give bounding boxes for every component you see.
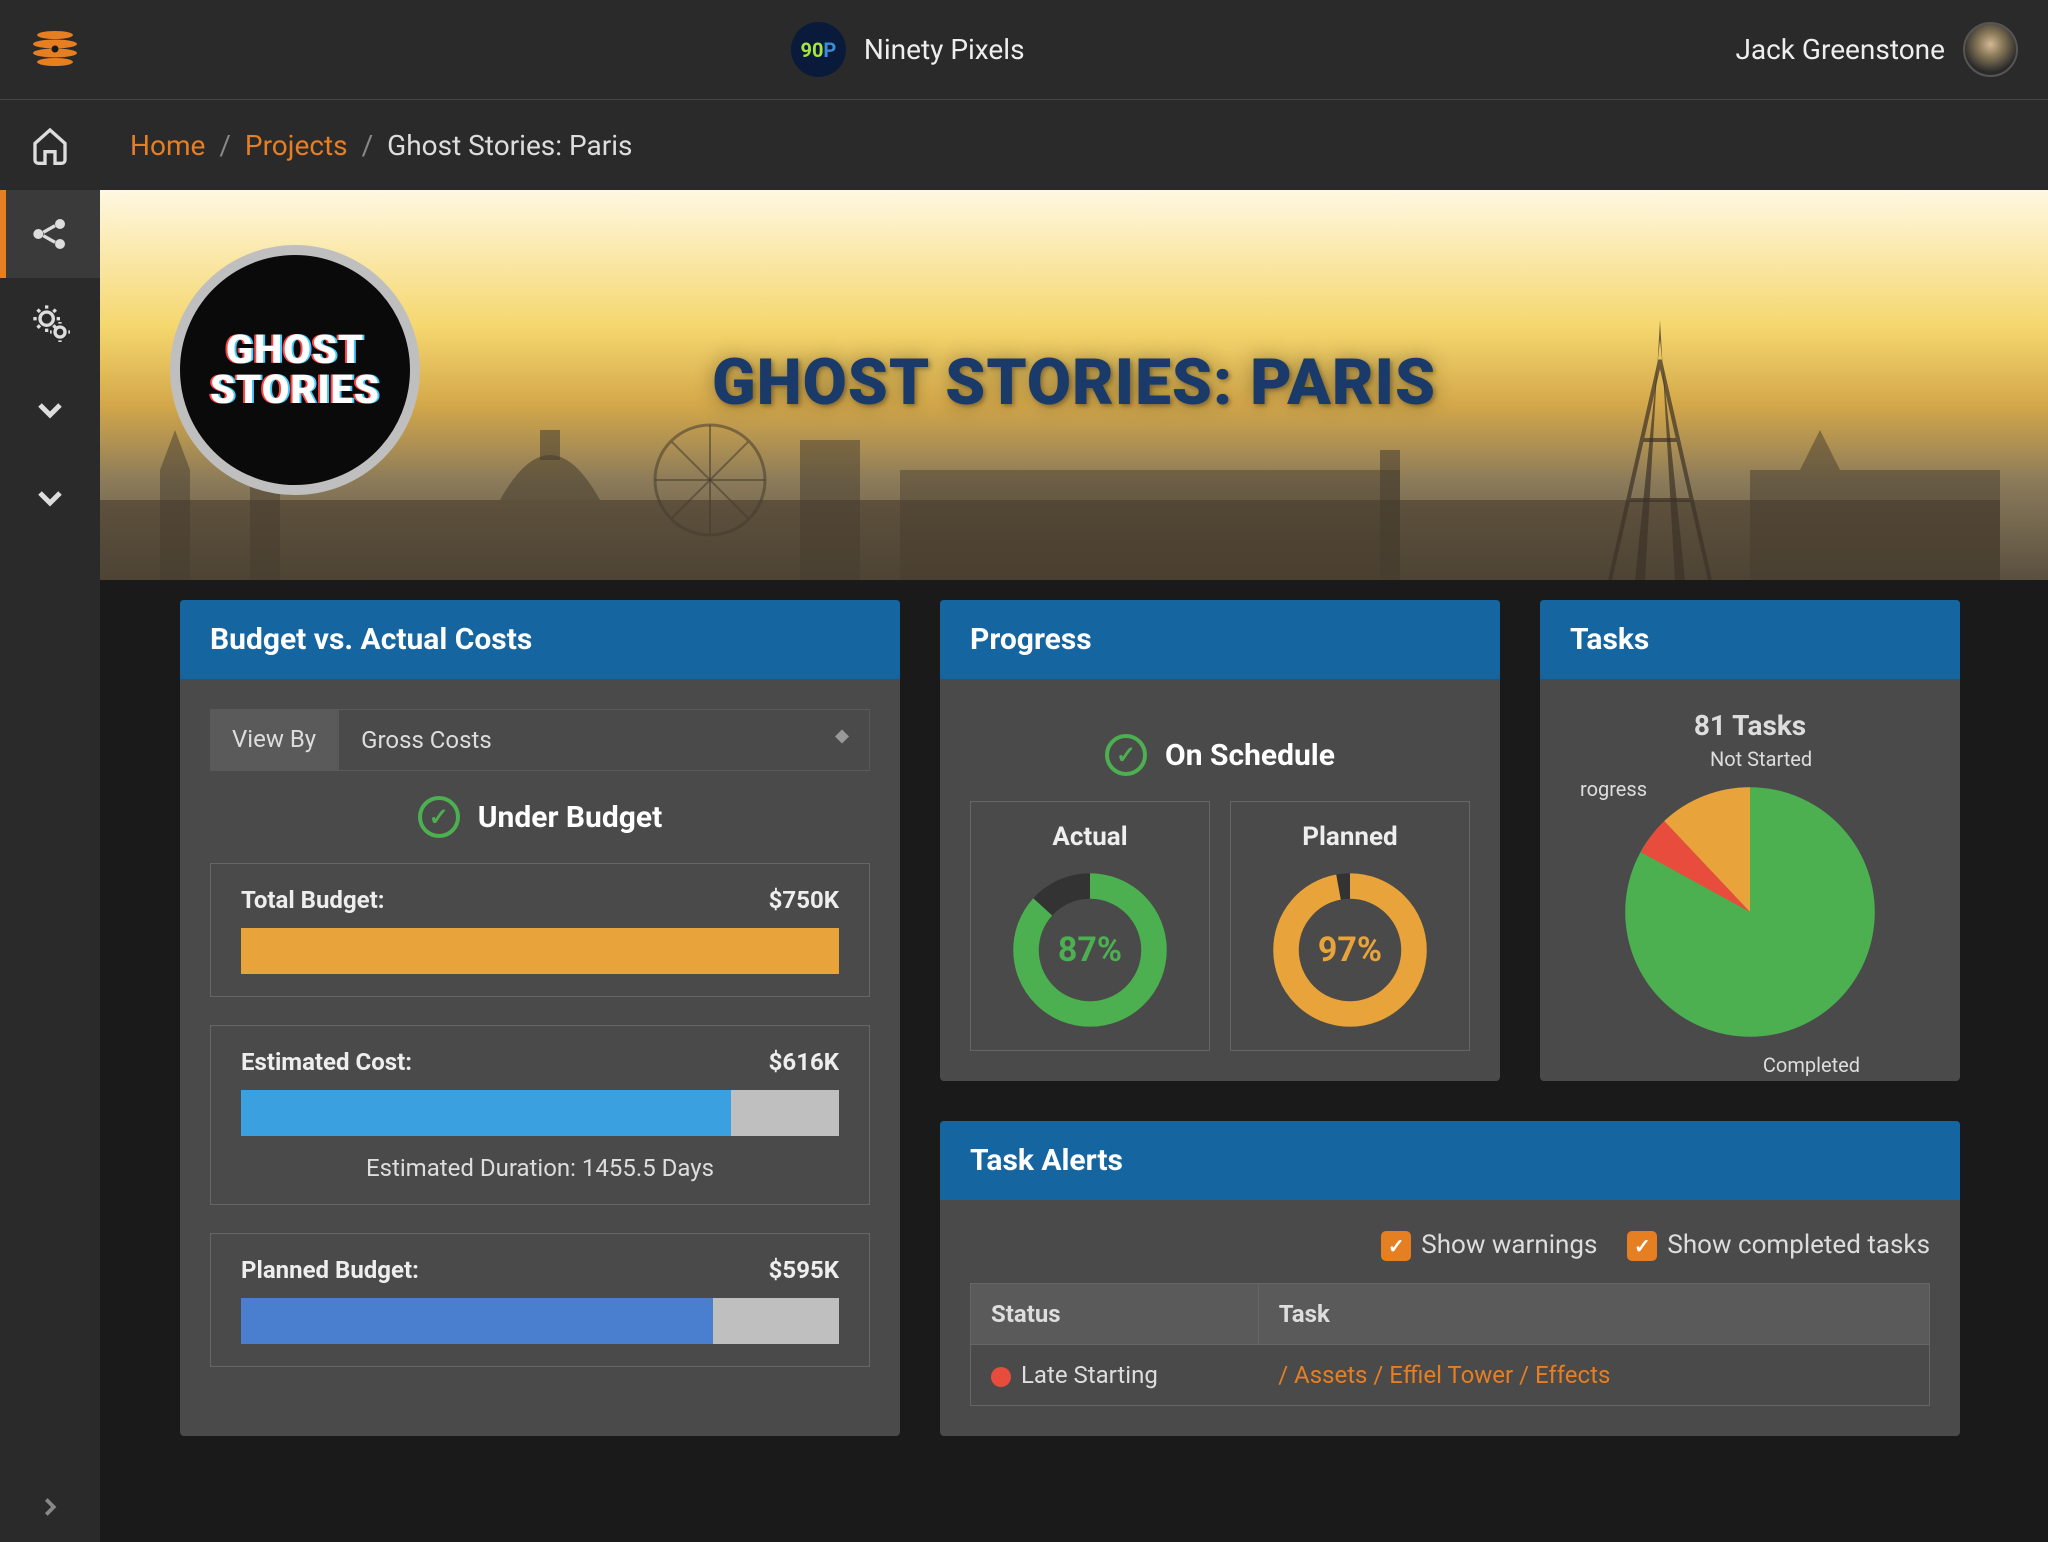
- breadcrumb: Home / Projects / Ghost Stories: Paris: [100, 100, 2048, 190]
- header-right: Jack Greenstone: [1735, 22, 2018, 77]
- view-by-control: View By Gross Costs: [210, 709, 870, 771]
- row-status: Late Starting: [1021, 1361, 1158, 1389]
- estimated-cost-value: $616K: [769, 1048, 839, 1076]
- project-badge-text: GHOSTSTORIES: [210, 330, 380, 410]
- planned-budget-bar: [241, 1298, 839, 1344]
- tasks-panel: Tasks 81 Tasks Not Started rog: [1540, 600, 1960, 1081]
- total-budget-label: Total Budget:: [241, 886, 385, 914]
- dashboard-grid: Budget vs. Actual Costs View By Gross Co…: [100, 580, 2048, 1456]
- header-center: 90P Ninety Pixels: [80, 22, 1735, 77]
- progress-panel: Progress ✓ On Schedule Actual: [940, 600, 1500, 1081]
- pie-label-not-started: Not Started: [1710, 747, 1812, 771]
- tasks-pie: Not Started rogress Completed: [1620, 782, 1880, 1042]
- alerts-controls: ✓Show warnings ✓Show completed tasks: [970, 1230, 1930, 1283]
- top-header: 90P Ninety Pixels Jack Greenstone: [0, 0, 2048, 100]
- row-task[interactable]: / Assets / Effiel Tower / Effects: [1258, 1345, 1929, 1406]
- planned-donut: 97%: [1270, 870, 1430, 1030]
- sidebar-item-expand-1[interactable]: [0, 366, 100, 454]
- planned-budget-box: Planned Budget: $595K: [210, 1233, 870, 1367]
- checkbox-icon: ✓: [1381, 1231, 1411, 1261]
- status-dot-icon: [991, 1367, 1011, 1387]
- breadcrumb-projects[interactable]: Projects: [245, 129, 348, 162]
- progress-panel-title: Progress: [940, 600, 1500, 679]
- org-badge[interactable]: 90P: [791, 22, 846, 77]
- avatar[interactable]: [1963, 22, 2018, 77]
- checkbox-icon: ✓: [1627, 1231, 1657, 1261]
- budget-status: ✓ Under Budget: [210, 796, 870, 838]
- actual-donut: 87%: [1010, 870, 1170, 1030]
- app-logo[interactable]: [30, 25, 80, 75]
- org-code-right: P: [823, 38, 836, 62]
- show-completed-toggle[interactable]: ✓Show completed tasks: [1627, 1230, 1930, 1261]
- check-circle-icon: ✓: [418, 796, 460, 838]
- view-by-select[interactable]: Gross Costs: [338, 709, 870, 771]
- planned-label: Planned: [1251, 822, 1449, 852]
- main-content: Home / Projects / Ghost Stories: Paris: [100, 100, 2048, 1542]
- project-title: GHOST STORIES: PARIS: [712, 345, 1436, 420]
- estimated-cost-bar: [241, 1090, 839, 1136]
- total-budget-value: $750K: [769, 886, 839, 914]
- pie-label-completed: Completed: [1763, 1053, 1860, 1077]
- actual-progress-box: Actual 87%: [970, 801, 1210, 1051]
- show-warnings-toggle[interactable]: ✓Show warnings: [1381, 1230, 1597, 1261]
- planned-progress-box: Planned 97%: [1230, 801, 1470, 1051]
- sidebar-item-expand-2[interactable]: [0, 454, 100, 542]
- sidebar-toggle[interactable]: [0, 1492, 100, 1522]
- sidebar-item-graph[interactable]: [0, 190, 100, 278]
- estimated-cost-label: Estimated Cost:: [241, 1048, 412, 1076]
- total-budget-bar: [241, 928, 839, 974]
- breadcrumb-current: Ghost Stories: Paris: [387, 129, 632, 162]
- total-budget-box: Total Budget: $750K: [210, 863, 870, 997]
- breadcrumb-sep: /: [362, 129, 374, 162]
- sidebar: [0, 100, 100, 1542]
- pie-label-in-progress: rogress: [1580, 777, 1647, 801]
- tasks-summary: 81 Tasks: [1570, 709, 1930, 742]
- sidebar-item-home[interactable]: [0, 100, 100, 190]
- planned-pct: 97%: [1270, 870, 1430, 1030]
- breadcrumb-sep: /: [219, 129, 231, 162]
- breadcrumb-home[interactable]: Home: [130, 129, 205, 162]
- view-by-label: View By: [210, 709, 338, 771]
- planned-budget-label: Planned Budget:: [241, 1256, 419, 1284]
- task-alerts-title: Task Alerts: [940, 1121, 1960, 1200]
- alerts-table: Status Task Late Starting / Assets / Eff…: [970, 1283, 1930, 1406]
- budget-panel-title: Budget vs. Actual Costs: [180, 600, 900, 679]
- check-circle-icon: ✓: [1105, 734, 1147, 776]
- org-name[interactable]: Ninety Pixels: [864, 33, 1025, 66]
- progress-status: ✓ On Schedule: [970, 734, 1470, 776]
- budget-status-text: Under Budget: [478, 800, 662, 835]
- estimated-cost-box: Estimated Cost: $616K Estimated Duration…: [210, 1025, 870, 1205]
- col-task[interactable]: Task: [1258, 1284, 1929, 1345]
- project-badge: GHOSTSTORIES: [170, 245, 420, 495]
- budget-panel: Budget vs. Actual Costs View By Gross Co…: [180, 600, 900, 1436]
- actual-pct: 87%: [1010, 870, 1170, 1030]
- task-alerts-panel: Task Alerts ✓Show warnings ✓Show complet…: [940, 1121, 1960, 1436]
- tasks-panel-title: Tasks: [1540, 600, 1960, 679]
- planned-budget-value: $595K: [769, 1256, 839, 1284]
- org-code-left: 90: [800, 38, 823, 62]
- progress-status-text: On Schedule: [1165, 738, 1335, 773]
- table-row[interactable]: Late Starting / Assets / Effiel Tower / …: [971, 1345, 1930, 1406]
- project-hero: GHOSTSTORIES GHOST STORIES: PARIS: [100, 190, 2048, 580]
- col-status[interactable]: Status: [971, 1284, 1259, 1345]
- sidebar-item-settings[interactable]: [0, 278, 100, 366]
- estimated-duration: Estimated Duration: 1455.5 Days: [241, 1154, 839, 1182]
- user-name[interactable]: Jack Greenstone: [1735, 33, 1945, 66]
- actual-label: Actual: [991, 822, 1189, 852]
